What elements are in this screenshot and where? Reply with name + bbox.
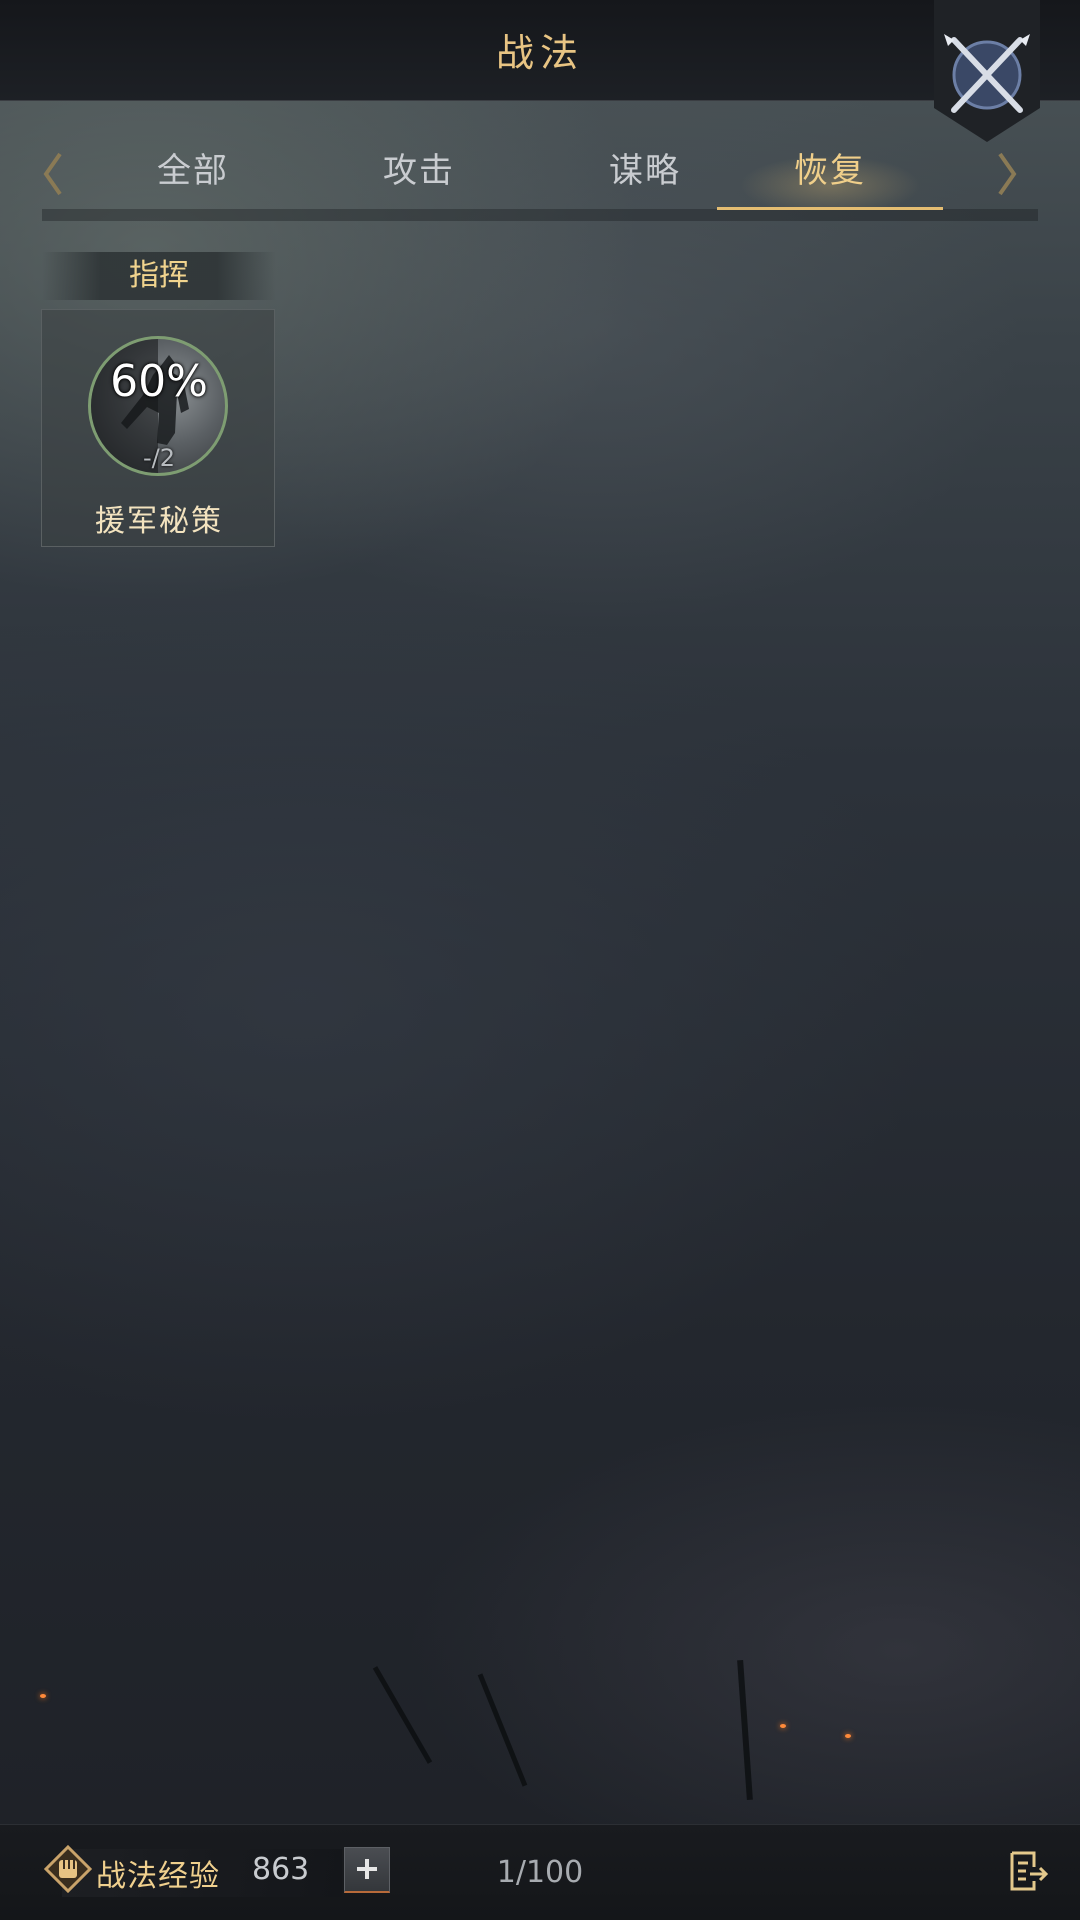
tab-recovery[interactable]: 恢复 (717, 140, 943, 210)
spear-silhouette (372, 1666, 433, 1764)
spear-silhouette (477, 1673, 528, 1787)
active-tab-indicator (717, 207, 943, 210)
spear-silhouette (737, 1659, 753, 1801)
tab-label: 谋略 (609, 151, 681, 191)
add-exp-button[interactable] (344, 1847, 390, 1893)
ember (780, 1724, 786, 1728)
crossed-swords-icon (934, 0, 1040, 142)
ember (845, 1734, 851, 1738)
top-bar: 战法 (0, 0, 1080, 101)
fist-emblem-icon (44, 1845, 92, 1893)
exp-value: 863 (252, 1852, 310, 1887)
tab-label: 恢复 (794, 151, 866, 191)
tab-all[interactable]: 全部 (80, 140, 306, 210)
exp-label: 战法经验 (96, 1859, 220, 1894)
skill-percent: 60% (110, 356, 208, 407)
ember (40, 1694, 46, 1698)
plus-icon (357, 1859, 377, 1879)
page-count: 1/100 (496, 1855, 584, 1890)
category-tabs: 全部 攻击 谋略 恢复 (42, 140, 1038, 212)
list-export-icon[interactable] (1004, 1847, 1052, 1895)
page-title: 战法 (495, 31, 584, 75)
skill-name: 援军秘策 (95, 504, 223, 539)
skill-count: -/2 (142, 444, 175, 472)
bottom-bar: 战法经验 863 1/100 (0, 1824, 1080, 1920)
skill-card[interactable]: 60% -/2 援军秘策 (41, 309, 275, 547)
tab-label: 攻击 (383, 151, 455, 191)
tab-attack[interactable]: 攻击 (306, 140, 532, 210)
section-header-command: 指挥 (42, 252, 276, 300)
close-button[interactable] (934, 0, 1040, 142)
tab-label: 全部 (157, 151, 229, 191)
